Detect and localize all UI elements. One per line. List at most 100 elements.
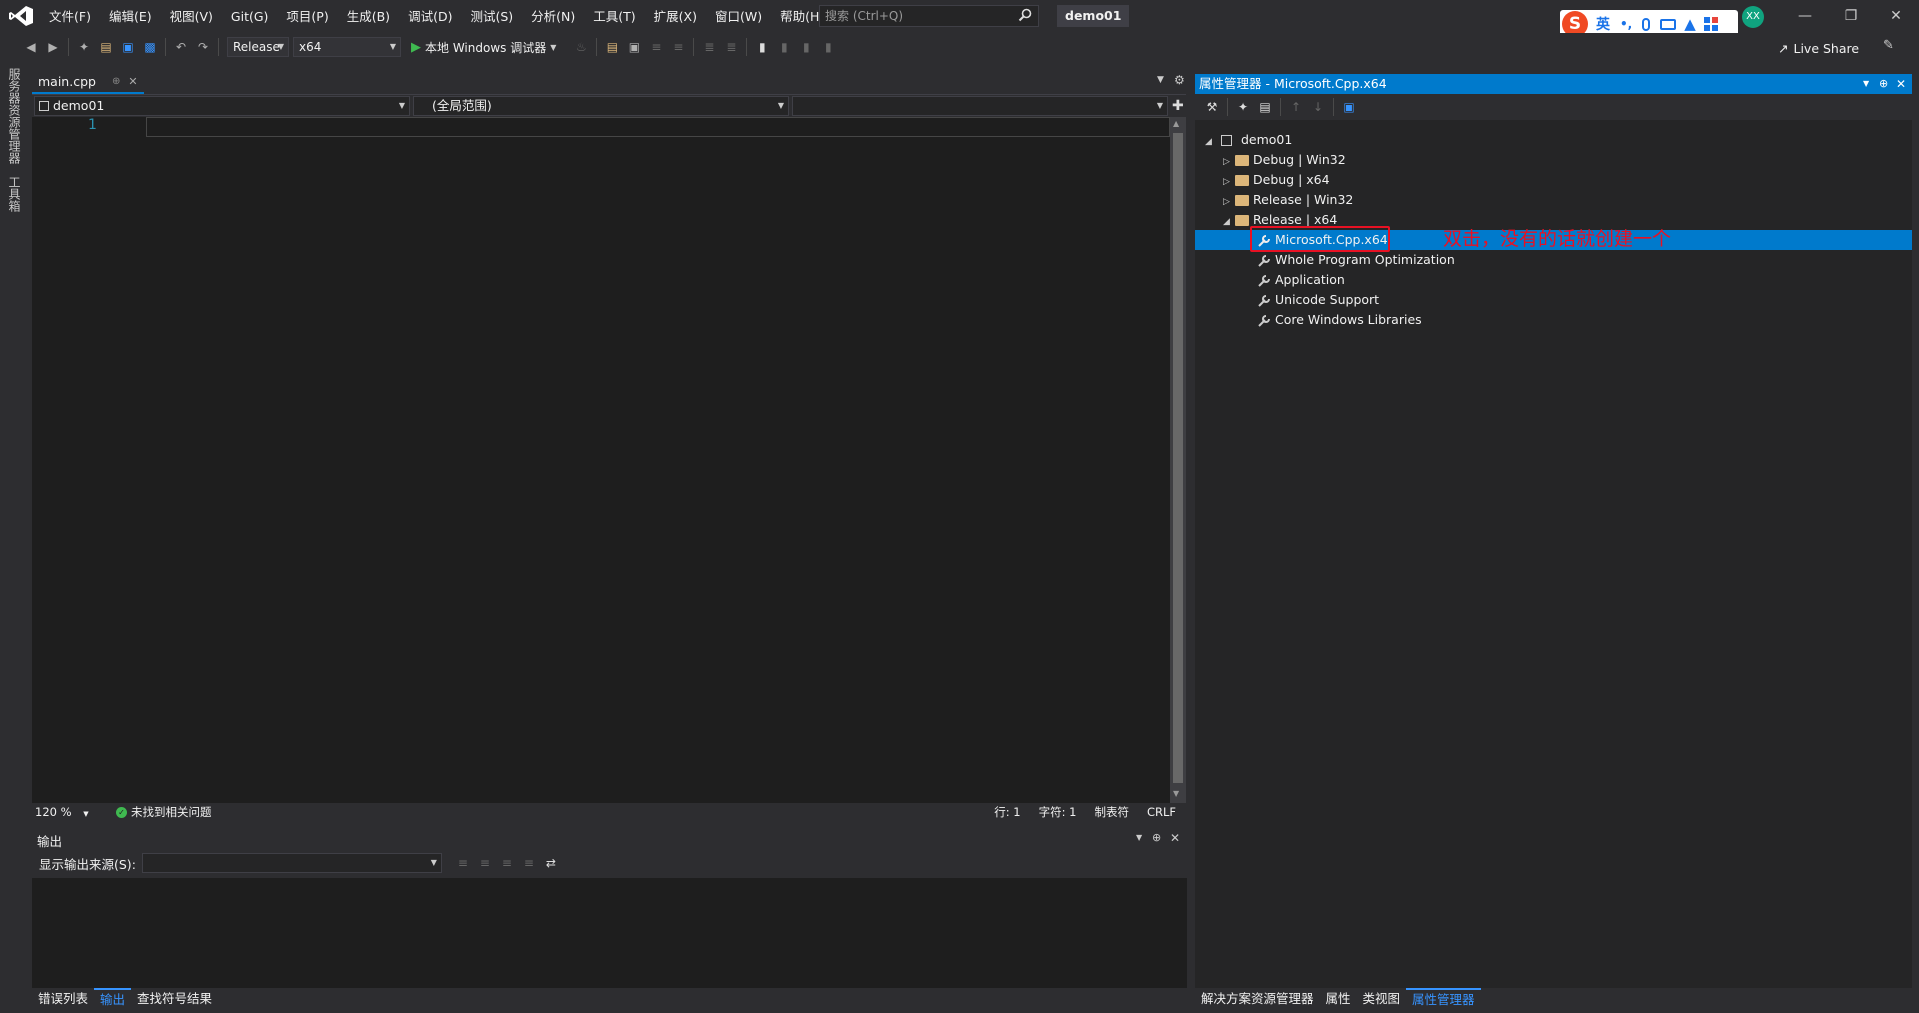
collapsed-arrow-icon[interactable]: ▷ <box>1223 192 1235 212</box>
tree-node-debug-win32[interactable]: ▷ Debug | Win32 <box>1195 150 1912 170</box>
menu-window[interactable]: 窗口(W) <box>706 0 771 33</box>
tree-node-whole-program-optimization[interactable]: Whole Program Optimization <box>1195 250 1912 270</box>
search-input[interactable]: 搜索 (Ctrl+Q) <box>819 5 1039 27</box>
solution-configuration-select[interactable]: Release ▼ <box>227 37 289 57</box>
tree-node-release-win32[interactable]: ▷ Release | Win32 <box>1195 190 1912 210</box>
pin-icon[interactable]: ⊕ <box>1879 74 1888 94</box>
tab-main-cpp[interactable]: main.cpp ⊕ ✕ <box>32 72 144 94</box>
output-source-select[interactable]: ▼ <box>141 853 442 873</box>
menu-extensions[interactable]: 扩展(X) <box>645 0 706 33</box>
save-icon[interactable]: ▣ <box>1338 96 1360 118</box>
settings-gear-icon[interactable]: ⚙ <box>1174 73 1185 87</box>
panel-menu-icon[interactable]: ▼ <box>1136 833 1142 842</box>
tree-node-application[interactable]: Application <box>1195 270 1912 290</box>
new-project-icon[interactable]: ✦ <box>73 36 95 58</box>
zoom-select[interactable]: 120 % ▼ <box>32 805 92 819</box>
redo-icon[interactable]: ↷ <box>192 36 214 58</box>
menu-tools[interactable]: 工具(T) <box>584 0 644 33</box>
scroll-down-icon[interactable]: ▼ <box>1173 789 1179 798</box>
cursor-line[interactable]: 行: 1 <box>994 804 1020 820</box>
tab-solution-explorer[interactable]: 解决方案资源管理器 <box>1195 988 1320 1010</box>
next-bookmark-icon[interactable]: ▮ <box>795 36 817 58</box>
tab-find-symbol-results[interactable]: 查找符号结果 <box>131 988 218 1010</box>
menu-project[interactable]: 项目(P) <box>277 0 337 33</box>
screenshot-icon[interactable]: ▣ <box>623 36 645 58</box>
goto-location-icon[interactable]: ≡ <box>452 852 474 874</box>
split-editor-icon[interactable]: ✚ <box>1172 98 1184 114</box>
bookmark-icon[interactable]: ▮ <box>751 36 773 58</box>
clear-all-icon[interactable]: ≡ <box>518 852 540 874</box>
menu-test[interactable]: 测试(S) <box>461 0 522 33</box>
skin-shirt-icon[interactable]: ▲ <box>1684 15 1696 33</box>
menu-file[interactable]: 文件(F) <box>40 0 100 33</box>
restore-icon[interactable]: ❐ <box>1831 0 1871 33</box>
start-debugging-button[interactable]: ▶ 本地 Windows 调试器 ▼ <box>411 39 556 56</box>
keyboard-icon[interactable] <box>1660 18 1677 30</box>
tab-output[interactable]: 输出 <box>94 988 132 1010</box>
expanded-arrow-icon[interactable]: ◢ <box>1205 132 1217 152</box>
ime-language[interactable]: 英 <box>1596 14 1610 34</box>
tab-error-list[interactable]: 错误列表 <box>32 988 94 1010</box>
comment-icon[interactable]: ≣ <box>698 36 720 58</box>
browse-folder-icon[interactable]: ▤ <box>601 36 623 58</box>
collapsed-arrow-icon[interactable]: ▷ <box>1223 172 1235 192</box>
outdent-icon[interactable]: ≡ <box>667 36 689 58</box>
ime-punctuation[interactable]: •, <box>1620 17 1632 31</box>
menu-git[interactable]: Git(G) <box>222 0 278 33</box>
tree-node-core-windows-libraries[interactable]: Core Windows Libraries <box>1195 310 1912 330</box>
clear-bookmarks-icon[interactable]: ▮ <box>817 36 839 58</box>
properties-wrench-icon[interactable]: ⚒ <box>1201 96 1223 118</box>
tab-class-view[interactable]: 类视图 <box>1357 988 1407 1010</box>
solution-platform-select[interactable]: x64 ▼ <box>293 37 401 57</box>
undo-icon[interactable]: ↶ <box>170 36 192 58</box>
issues-indicator[interactable]: ✓ 未找到相关问题 <box>116 804 212 820</box>
add-new-sheet-icon[interactable]: ✦ <box>1232 96 1254 118</box>
save-icon[interactable]: ▣ <box>117 36 139 58</box>
pin-icon[interactable]: ⊕ <box>112 72 120 92</box>
menu-view[interactable]: 视图(V) <box>161 0 222 33</box>
member-select[interactable]: ▼ <box>792 95 1168 116</box>
add-existing-sheet-icon[interactable]: ▤ <box>1254 96 1276 118</box>
menu-analyze[interactable]: 分析(N) <box>522 0 584 33</box>
cursor-char[interactable]: 字符: 1 <box>1039 804 1077 820</box>
prev-bookmark-icon[interactable]: ▮ <box>773 36 795 58</box>
tab-properties[interactable]: 属性 <box>1320 988 1357 1010</box>
pin-icon[interactable]: ⊕ <box>1152 831 1161 844</box>
scroll-up-icon[interactable]: ▲ <box>1173 119 1179 128</box>
forward-icon[interactable]: ▶ <box>42 36 64 58</box>
word-wrap-icon[interactable]: ⇄ <box>540 852 562 874</box>
close-window-icon[interactable]: ✕ <box>1876 0 1916 33</box>
close-tab-icon[interactable]: ✕ <box>128 72 137 92</box>
tree-node-debug-x64[interactable]: ▷ Debug | x64 <box>1195 170 1912 190</box>
microphone-icon[interactable] <box>1642 17 1651 31</box>
code-editor[interactable]: 1 <box>32 117 1170 803</box>
output-content[interactable] <box>32 878 1187 988</box>
server-explorer-tab[interactable]: 服务器资源管理器 <box>6 68 23 164</box>
menu-debug[interactable]: 调试(D) <box>399 0 461 33</box>
toolbox-tab[interactable]: 工具箱 <box>6 176 23 212</box>
uncomment-icon[interactable]: ≣ <box>720 36 742 58</box>
toolbox-grid-icon[interactable] <box>1703 17 1718 31</box>
search-icon[interactable] <box>1018 8 1032 22</box>
tree-node-project[interactable]: ◢ demo01 <box>1195 130 1912 150</box>
move-down-icon[interactable]: ↓ <box>1307 96 1329 118</box>
vertical-scrollbar[interactable]: ▲ ▼ <box>1170 117 1186 803</box>
account-avatar[interactable]: XX <box>1742 6 1764 28</box>
close-panel-icon[interactable]: ✕ <box>1170 831 1180 845</box>
save-all-icon[interactable]: ▩ <box>139 36 161 58</box>
indent-icon[interactable]: ≡ <box>645 36 667 58</box>
menu-edit[interactable]: 编辑(E) <box>100 0 161 33</box>
project-scope-select[interactable]: demo01 ▼ <box>34 95 410 116</box>
move-up-icon[interactable]: ↑ <box>1285 96 1307 118</box>
hot-reload-icon[interactable]: ♨ <box>570 36 592 58</box>
live-share-button[interactable]: ↗ Live Share <box>1778 38 1859 58</box>
line-ending[interactable]: CRLF <box>1147 805 1176 819</box>
scrollbar-thumb[interactable] <box>1173 133 1183 783</box>
panel-menu-icon[interactable]: ▼ <box>1863 74 1869 94</box>
minimize-icon[interactable]: — <box>1785 0 1825 33</box>
next-message-icon[interactable]: ≡ <box>496 852 518 874</box>
scope-select[interactable]: (全局范围) ▼ <box>413 95 789 116</box>
feedback-icon[interactable]: ✎ <box>1883 38 1894 53</box>
back-icon[interactable]: ◀ <box>20 36 42 58</box>
prev-message-icon[interactable]: ≡ <box>474 852 496 874</box>
